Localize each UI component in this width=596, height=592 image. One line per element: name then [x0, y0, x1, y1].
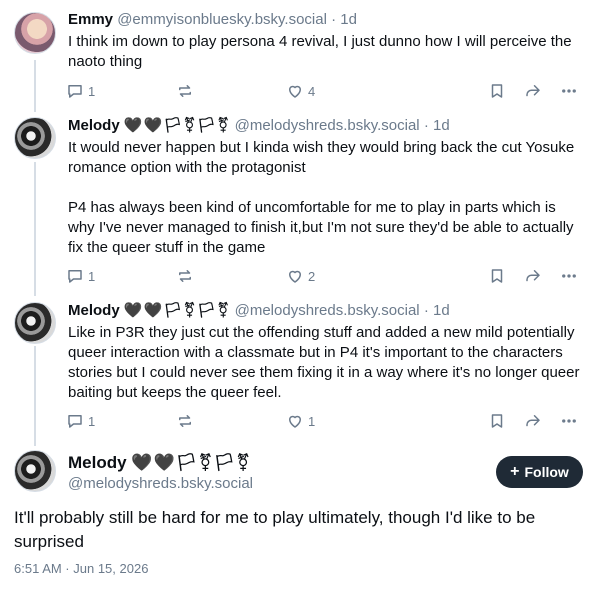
follow-button[interactable]: + Follow [496, 456, 583, 488]
like-icon [289, 270, 301, 283]
post-paragraph: I think im down to play persona 4 reviva… [68, 33, 572, 70]
author-handle[interactable]: @melodyshreds.bsky.social [235, 117, 420, 134]
more-button[interactable] [560, 410, 578, 432]
focused-author-name[interactable]: Melody 🖤🖤🏳⚧🏳⚧ [68, 452, 251, 474]
reply-button[interactable]: 1 [66, 410, 95, 432]
repost-button[interactable] [176, 265, 194, 287]
reply-count: 1 [88, 83, 96, 99]
more-icon [562, 274, 576, 278]
bookmark-icon [491, 414, 503, 428]
reply-button[interactable]: 1 [66, 265, 95, 287]
like-icon [289, 415, 301, 428]
author-name[interactable]: Emmy [68, 11, 113, 28]
post-melody[interactable]: Melody 🖤🖤🏳⚧🏳⚧ @melodyshreds.bsky.social … [0, 105, 596, 290]
more-icon [562, 89, 576, 93]
action-bar: 1 4 [66, 80, 586, 102]
reply-count: 1 [88, 413, 96, 429]
repost-icon [179, 85, 191, 97]
follow-label: Follow [524, 464, 569, 480]
reply-count: 1 [88, 268, 96, 284]
post-header: Melody 🖤🖤🏳⚧🏳⚧ @melodyshreds.bsky.social … [68, 116, 450, 136]
avatar[interactable] [14, 450, 56, 492]
bookmark-icon [491, 269, 503, 283]
more-button[interactable] [560, 80, 578, 102]
like-count: 1 [308, 413, 316, 429]
separator-dot: · [331, 11, 337, 28]
post-header: Melody 🖤🖤🏳⚧🏳⚧ @melodyshreds.bsky.social … [68, 301, 450, 321]
author-name[interactable]: Melody [68, 117, 120, 134]
post-paragraph: P4 has always been kind of uncomfortable… [68, 199, 574, 256]
author-handle[interactable]: @emmyisonbluesky.bsky.social [117, 11, 327, 28]
share-icon [526, 415, 540, 427]
like-button[interactable]: 4 [286, 80, 315, 102]
author-handle[interactable]: @melodyshreds.bsky.social [235, 302, 420, 319]
reply-icon [68, 270, 82, 283]
bookmark-icon [491, 84, 503, 98]
action-bar: 1 1 [66, 410, 586, 432]
separator-dot: · [423, 302, 429, 319]
avatar[interactable] [14, 117, 56, 159]
share-button[interactable] [524, 265, 542, 287]
post-age[interactable]: 1d [433, 117, 450, 134]
post-age[interactable]: 1d [340, 11, 357, 28]
author-name-emoji: 🖤🖤🏳⚧🏳⚧ [131, 453, 252, 472]
bookmark-button[interactable] [488, 410, 506, 432]
post-timestamp[interactable]: 6:51 AM · Jun 15, 2026 [14, 561, 148, 577]
author-name-emoji: 🖤🖤🏳⚧🏳⚧ [123, 117, 231, 134]
post-header: Emmy @emmyisonbluesky.bsky.social · 1d [68, 10, 357, 30]
like-icon [289, 85, 301, 98]
share-button[interactable] [524, 80, 542, 102]
post-age[interactable]: 1d [433, 302, 450, 319]
post-text: Like in P3R they just cut the offending … [68, 323, 583, 403]
post-melody[interactable]: Melody 🖤🖤🏳⚧🏳⚧ @melodyshreds.bsky.social … [0, 290, 596, 440]
share-icon [526, 270, 540, 282]
bookmark-button[interactable] [488, 265, 506, 287]
post-text: I think im down to play persona 4 reviva… [68, 32, 583, 72]
bookmark-button[interactable] [488, 80, 506, 102]
action-bar: 1 2 [66, 265, 586, 287]
post-text: It would never happen but I kinda wish t… [68, 138, 583, 258]
like-button[interactable]: 2 [286, 265, 315, 287]
separator-dot: · [423, 117, 429, 134]
plus-icon: + [510, 463, 520, 480]
post-emmy[interactable]: Emmy @emmyisonbluesky.bsky.social · 1d I… [0, 0, 596, 105]
repost-button[interactable] [176, 410, 194, 432]
avatar[interactable] [14, 302, 56, 344]
repost-icon [179, 270, 191, 282]
author-handle[interactable]: @melodyshreds.bsky.social [68, 474, 253, 494]
more-button[interactable] [560, 265, 578, 287]
repost-icon [179, 415, 191, 427]
share-icon [526, 85, 540, 97]
avatar[interactable] [14, 12, 56, 54]
post-paragraph: Like in P3R they just cut the offending … [68, 324, 580, 401]
share-button[interactable] [524, 410, 542, 432]
more-icon [562, 419, 576, 423]
like-count: 4 [308, 83, 316, 99]
post-paragraph: It would never happen but I kinda wish t… [68, 139, 575, 176]
like-count: 2 [308, 268, 316, 284]
reply-icon [68, 415, 82, 428]
reply-button[interactable]: 1 [66, 80, 95, 102]
author-name[interactable]: Melody [68, 453, 127, 472]
author-name-emoji: 🖤🖤🏳⚧🏳⚧ [123, 302, 231, 319]
repost-button[interactable] [176, 80, 194, 102]
like-button[interactable]: 1 [286, 410, 315, 432]
focused-post-text: It'll probably still be hard for me to p… [14, 508, 536, 551]
reply-icon [68, 85, 82, 98]
author-name[interactable]: Melody [68, 302, 120, 319]
